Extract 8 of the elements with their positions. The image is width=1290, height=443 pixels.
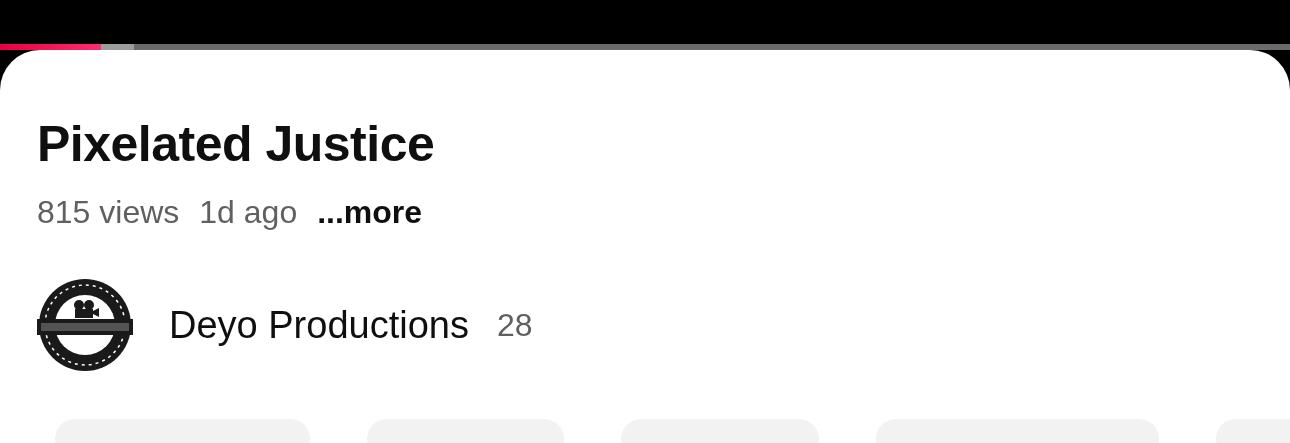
subscriber-count: 28 <box>496 306 533 344</box>
progress-bar[interactable] <box>0 44 1290 50</box>
view-count: 815 views <box>37 194 180 231</box>
channel-name[interactable]: Deyo Productions <box>169 303 469 347</box>
video-title: Pixelated Justice <box>37 115 436 174</box>
channel-avatar-icon[interactable] <box>37 277 133 373</box>
upload-age: 1d ago <box>199 194 298 231</box>
more-link[interactable]: ...more <box>317 194 423 231</box>
